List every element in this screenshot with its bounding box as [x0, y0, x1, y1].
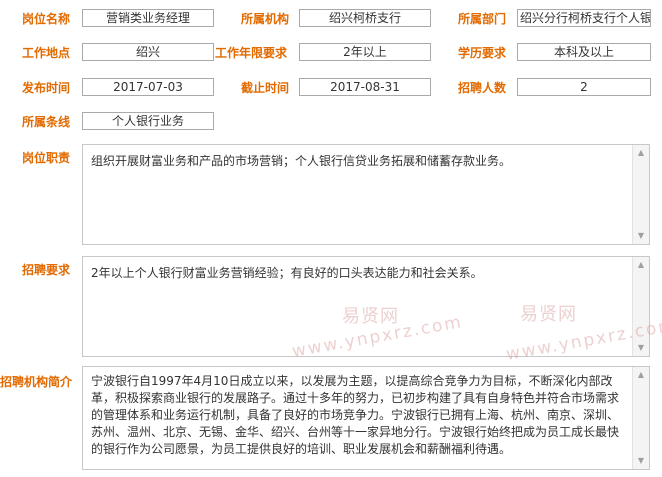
- department-org-field[interactable]: 绍兴柯桥支行: [299, 9, 431, 27]
- duties-textarea[interactable]: 组织开展财富业务和产品的市场营销；个人银行信贷业务拓展和储蓄存款业务。 ▲ ▼: [82, 144, 650, 245]
- headcount-field[interactable]: 2: [517, 78, 651, 96]
- position-name-field[interactable]: 营销类业务经理: [82, 9, 214, 27]
- requirements-textarea[interactable]: 2年以上个人银行财富业务营销经验；有良好的口头表达能力和社会关系。 ▲ ▼: [82, 256, 650, 357]
- org-intro-textarea[interactable]: 宁波银行自1997年4月10日成立以来，以发展为主题，以提高综合竞争力为目标，不…: [82, 366, 650, 470]
- education-label: 学历要求: [458, 46, 507, 60]
- department-field[interactable]: 绍兴分行柯桥支行个人银: [517, 9, 651, 27]
- scroll-up-arrow-icon[interactable]: ▲: [633, 145, 649, 161]
- business-line-field[interactable]: 个人银行业务: [82, 112, 214, 130]
- work-location-label: 工作地点: [22, 46, 71, 60]
- department-org-label: 所属机构: [241, 12, 290, 26]
- work-years-field[interactable]: 2年以上: [299, 43, 431, 61]
- duties-scrollbar[interactable]: ▲ ▼: [632, 145, 649, 244]
- work-location-field[interactable]: 绍兴: [82, 43, 214, 61]
- org-intro-label: 招聘机构简介: [0, 375, 73, 389]
- business-line-label: 所属条线: [22, 115, 71, 129]
- requirements-label: 招聘要求: [22, 263, 71, 277]
- deadline-label: 截止时间: [241, 81, 290, 95]
- position-name-label: 岗位名称: [22, 12, 71, 26]
- scroll-up-arrow-icon[interactable]: ▲: [633, 257, 649, 273]
- scroll-down-arrow-icon[interactable]: ▼: [633, 228, 649, 244]
- duties-label: 岗位职责: [22, 151, 71, 165]
- publish-time-label: 发布时间: [22, 81, 71, 95]
- org-intro-text: 宁波银行自1997年4月10日成立以来，以发展为主题，以提高综合竞争力为目标，不…: [91, 374, 620, 456]
- headcount-label: 招聘人数: [458, 81, 507, 95]
- org-intro-scrollbar[interactable]: ▲ ▼: [632, 367, 649, 469]
- duties-text: 组织开展财富业务和产品的市场营销；个人银行信贷业务拓展和储蓄存款业务。: [91, 154, 512, 168]
- deadline-field[interactable]: 2017-08-31: [299, 78, 431, 96]
- education-field[interactable]: 本科及以上: [517, 43, 651, 61]
- scroll-down-arrow-icon[interactable]: ▼: [633, 453, 649, 469]
- work-years-label: 工作年限要求: [215, 46, 288, 60]
- scroll-up-arrow-icon[interactable]: ▲: [633, 367, 649, 383]
- department-label: 所属部门: [458, 12, 507, 26]
- requirements-scrollbar[interactable]: ▲ ▼: [632, 257, 649, 356]
- requirements-text: 2年以上个人银行财富业务营销经验；有良好的口头表达能力和社会关系。: [91, 266, 483, 280]
- scroll-down-arrow-icon[interactable]: ▼: [633, 340, 649, 356]
- publish-time-field[interactable]: 2017-07-03: [82, 78, 214, 96]
